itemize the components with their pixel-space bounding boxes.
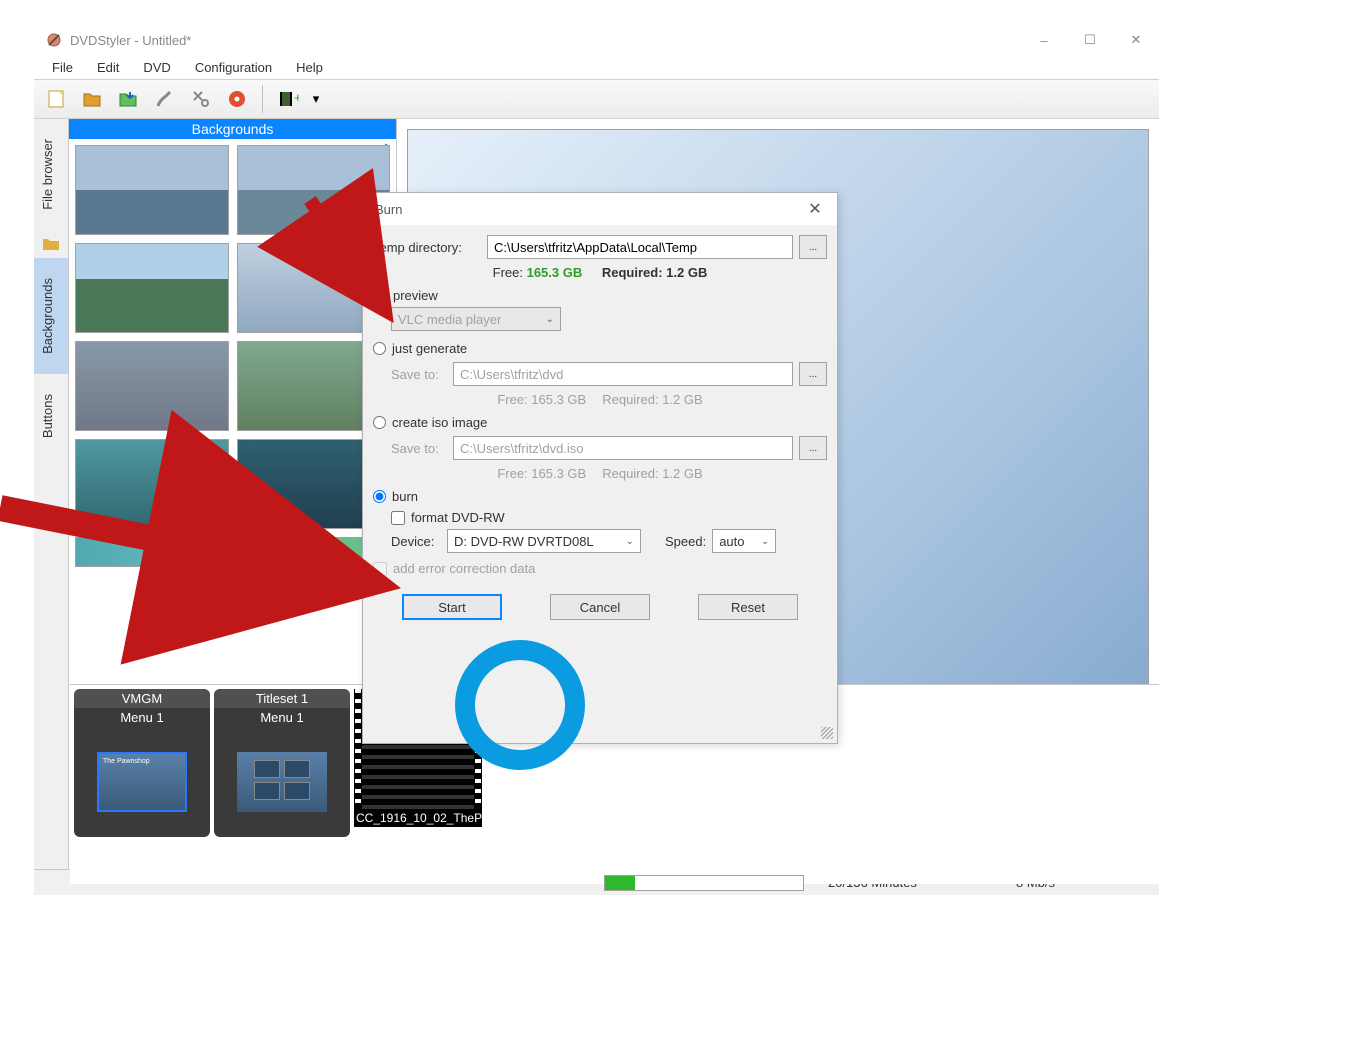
menu-help[interactable]: Help — [286, 57, 333, 78]
create-iso-radio[interactable] — [373, 416, 386, 429]
background-thumb[interactable] — [75, 439, 229, 529]
format-dvdrw-checkbox[interactable] — [391, 511, 405, 525]
preview-checkbox[interactable] — [373, 289, 387, 303]
save-to-iso-label: Save to: — [391, 441, 447, 456]
menu-dvd[interactable]: DVD — [133, 57, 180, 78]
open-project-icon[interactable] — [78, 84, 108, 114]
device-label: Device: — [391, 534, 441, 549]
close-button[interactable]: ✕ — [1113, 25, 1159, 55]
menu-configuration[interactable]: Configuration — [185, 57, 282, 78]
burn-dialog: Burn ✕ Temp directory: ... Free: 165.3 G… — [362, 192, 838, 744]
device-select[interactable]: D: DVD-RW DVRTD08L⌄ — [447, 529, 641, 553]
minimize-button[interactable]: – — [1021, 25, 1067, 55]
side-tabs: File browser Backgrounds Buttons — [34, 119, 69, 869]
save-project-icon[interactable] — [114, 84, 144, 114]
burn-label: burn — [392, 489, 418, 504]
titlebar: DVDStyler - Untitled* – ☐ ✕ — [34, 25, 1159, 55]
temp-dir-label: Temp directory: — [373, 240, 481, 255]
timeline-item-subheader: Menu 1 — [74, 708, 210, 727]
preview-label: preview — [393, 288, 438, 303]
speed-select[interactable]: auto⌄ — [712, 529, 776, 553]
browse-generate-button[interactable]: ... — [799, 362, 827, 386]
timeline-item-header: VMGM — [74, 689, 210, 708]
timeline-menu-item[interactable]: VMGM Menu 1 The Pawnshop — [74, 689, 210, 837]
toolbar-separator — [262, 85, 263, 113]
reset-button[interactable]: Reset — [698, 594, 798, 620]
maximize-button[interactable]: ☐ — [1067, 25, 1113, 55]
dialog-close-button[interactable]: ✕ — [801, 199, 829, 219]
browse-temp-button[interactable]: ... — [799, 235, 827, 259]
save-to-label: Save to: — [391, 367, 447, 382]
timeline-menu-item[interactable]: Titleset 1 Menu 1 — [214, 689, 350, 837]
speed-label: Speed: — [665, 534, 706, 549]
burn-radio[interactable] — [373, 490, 386, 503]
menubar: File Edit DVD Configuration Help — [34, 55, 1159, 79]
tab-file-browser[interactable]: File browser — [34, 119, 68, 230]
background-thumb[interactable] — [75, 537, 229, 567]
menu-file[interactable]: File — [42, 57, 83, 78]
cancel-button[interactable]: Cancel — [550, 594, 650, 620]
menu-edit[interactable]: Edit — [87, 57, 129, 78]
dialog-titlebar: Burn ✕ — [363, 193, 837, 225]
background-thumb[interactable] — [75, 341, 229, 431]
new-project-icon[interactable] — [42, 84, 72, 114]
tab-folder-icon[interactable] — [34, 230, 68, 258]
error-correction-checkbox — [373, 562, 387, 576]
annotation-circle-icon — [455, 640, 585, 770]
background-thumb[interactable] — [75, 243, 229, 333]
background-thumb[interactable] — [75, 145, 229, 235]
add-clip-icon[interactable]: + — [273, 84, 303, 114]
brush-icon[interactable] — [150, 84, 180, 114]
temp-free-required: Free: 165.3 GB Required: 1.2 GB — [373, 265, 827, 280]
disc-usage-bar — [604, 875, 804, 891]
temp-dir-input[interactable] — [487, 235, 793, 259]
generate-free-required: Free: 165.3 GBRequired: 1.2 GB — [373, 392, 827, 407]
error-correction-label: add error correction data — [393, 561, 535, 576]
browse-iso-button[interactable]: ... — [799, 436, 827, 460]
tab-buttons[interactable]: Buttons — [34, 374, 68, 458]
resize-grip-icon[interactable] — [821, 727, 833, 739]
create-iso-label: create iso image — [392, 415, 487, 430]
window-title: DVDStyler - Untitled* — [70, 33, 191, 48]
just-generate-label: just generate — [392, 341, 467, 356]
backgrounds-header: Backgrounds — [69, 119, 396, 139]
clip-caption: CC_1916_10_02_ThePawnshop_512kb — [354, 809, 482, 827]
preview-player-select[interactable]: VLC media player⌄ — [391, 307, 561, 331]
save-to-generate-input — [453, 362, 793, 386]
burn-disc-icon[interactable] — [222, 84, 252, 114]
tab-backgrounds[interactable]: Backgrounds — [34, 258, 68, 374]
timeline-item-subheader: Menu 1 — [214, 708, 350, 727]
save-to-iso-input — [453, 436, 793, 460]
dropdown-caret-icon[interactable]: ▾ — [309, 84, 323, 114]
format-dvdrw-label: format DVD-RW — [411, 510, 505, 525]
timeline-item-header: Titleset 1 — [214, 689, 350, 708]
svg-text:+: + — [294, 90, 299, 105]
menu-thumbnail: The Pawnshop — [97, 752, 187, 812]
dialog-title: Burn — [375, 202, 402, 217]
app-logo-icon — [46, 32, 62, 48]
iso-free-required: Free: 165.3 GBRequired: 1.2 GB — [373, 466, 827, 481]
start-button[interactable]: Start — [402, 594, 502, 620]
toolbar: + ▾ — [34, 79, 1159, 119]
menu-thumbnail — [237, 752, 327, 812]
just-generate-radio[interactable] — [373, 342, 386, 355]
tools-icon[interactable] — [186, 84, 216, 114]
